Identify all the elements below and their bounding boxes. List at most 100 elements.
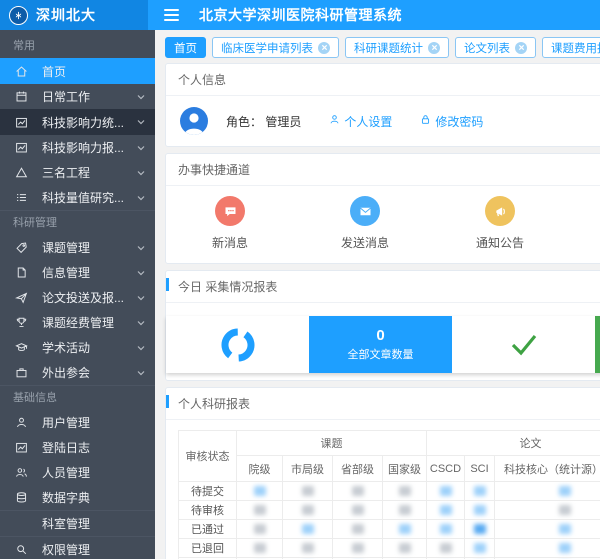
table-cell <box>427 539 465 558</box>
sidebar-item-label: 用户管理 <box>42 414 90 431</box>
blurred-value[interactable] <box>474 524 486 534</box>
app-logo: 深圳北大 <box>0 0 148 30</box>
blurred-value[interactable] <box>559 486 571 496</box>
tab[interactable]: 课题费用报表 <box>542 37 600 58</box>
row-label: 已通过 <box>179 520 237 539</box>
tab-label: 首页 <box>174 40 197 56</box>
table-cell <box>333 482 383 501</box>
blurred-value <box>254 524 266 534</box>
sidebar-item-label: 科技量值研究... <box>42 189 124 206</box>
sidebar-section: 常用 首页 日常工作 科技影响力统... 科技影响力报... <box>0 30 155 210</box>
cap-icon <box>13 340 29 356</box>
mail-icon <box>350 196 380 226</box>
quick-access-title: 办事快捷通道 <box>178 163 250 177</box>
file-icon <box>13 265 29 281</box>
sidebar-item[interactable]: 三名工程 <box>0 160 155 185</box>
row-label: 已退回 <box>179 539 237 558</box>
quick-item-label: 通知公告 <box>440 234 560 251</box>
donut-icon <box>219 326 257 364</box>
sidebar-item[interactable]: 首页 <box>0 58 155 84</box>
sidebar-item-label: 科室管理 <box>42 515 90 532</box>
sidebar-item[interactable]: 外出参会 <box>0 360 155 385</box>
sidebar-item[interactable]: 信息管理 <box>0 260 155 285</box>
sidebar-item[interactable]: 科室管理 <box>0 510 155 536</box>
sidebar-item-label: 人员管理 <box>42 464 90 481</box>
section-marker <box>166 278 169 291</box>
close-icon[interactable] <box>318 42 330 54</box>
top-bar: 深圳北大 北京大学深圳医院科研管理系统 <box>0 0 600 30</box>
sidebar-item-label: 课题管理 <box>42 239 90 256</box>
chevron-down-icon <box>137 170 145 176</box>
change-password-link[interactable]: 修改密码 <box>420 113 483 130</box>
chevron-down-icon <box>137 145 145 151</box>
sidebar-item[interactable]: 权限管理 <box>0 536 155 559</box>
blurred-value <box>352 505 364 515</box>
blurred-value <box>352 524 364 534</box>
sidebar-item[interactable]: 登陆日志 <box>0 435 155 460</box>
close-icon[interactable] <box>428 42 440 54</box>
role-text: 角色： 管理员 <box>226 113 301 130</box>
profile-card: 个人信息 角色： 管理员 个人设置 修改密码 <box>165 63 600 147</box>
table-cell <box>333 520 383 539</box>
tab[interactable]: 首页 <box>165 37 206 58</box>
personal-settings-link[interactable]: 个人设置 <box>329 113 392 130</box>
table-cell <box>237 520 283 539</box>
blurred-value[interactable] <box>254 486 266 496</box>
blurred-value[interactable] <box>474 543 486 553</box>
table-cell <box>427 482 465 501</box>
sidebar-item[interactable]: 课题经费管理 <box>0 310 155 335</box>
close-icon[interactable] <box>515 42 527 54</box>
tab-label: 课题费用报表 <box>551 40 600 56</box>
main-content: 首页 临床医学申请列表 科研课题统计 论文列表 课题费用报表 用户列表 个人信息… <box>155 30 600 559</box>
tab[interactable]: 论文列表 <box>455 37 536 58</box>
top-bar-main: 北京大学深圳医院科研管理系统 <box>148 0 600 30</box>
sidebar-item[interactable]: 科技影响力报... <box>0 135 155 160</box>
blurred-value[interactable] <box>440 505 452 515</box>
table-cell <box>333 501 383 520</box>
sidebar-item[interactable]: 课题管理 <box>0 235 155 260</box>
sidebar-item[interactable]: 论文投送及报... <box>0 285 155 310</box>
table-cell <box>495 520 600 539</box>
quick-item[interactable]: 新消息 <box>170 196 290 251</box>
trophy-icon <box>13 315 29 331</box>
table-group-header: 课题 <box>237 431 427 456</box>
megaphone-icon <box>485 196 515 226</box>
sidebar-item[interactable]: 用户管理 <box>0 410 155 435</box>
send-icon <box>13 290 29 306</box>
sidebar-item[interactable]: 人员管理 <box>0 460 155 485</box>
menu-toggle-icon[interactable] <box>164 9 179 21</box>
table-cell <box>495 482 600 501</box>
quick-item[interactable]: 发送消息 <box>305 196 425 251</box>
tab[interactable]: 科研课题统计 <box>345 37 449 58</box>
sidebar-item[interactable]: 科技影响力统... <box>0 109 155 135</box>
chevron-down-icon <box>137 370 145 376</box>
sidebar-item[interactable]: 日常工作 <box>0 84 155 109</box>
blurred-value[interactable] <box>440 524 452 534</box>
research-report-body: 审核状态 课题论文 院级市局级省部级国家级CSCDSCI科技核心（统计源）期刊 … <box>166 420 600 559</box>
tab-bar: 首页 临床医学申请列表 科研课题统计 论文列表 课题费用报表 用户列表 <box>165 30 600 63</box>
sidebar-item-label: 课题经费管理 <box>42 314 114 331</box>
tab[interactable]: 临床医学申请列表 <box>212 37 339 58</box>
tab-label: 临床医学申请列表 <box>221 40 313 56</box>
page-title: 北京大学深圳医院科研管理系统 <box>199 5 402 25</box>
blurred-value[interactable] <box>399 524 411 534</box>
stat-label: 全部文章数量 <box>348 346 414 362</box>
quick-item[interactable]: 通知公告 <box>440 196 560 251</box>
blurred-value[interactable] <box>440 486 452 496</box>
sidebar-item[interactable]: 学术活动 <box>0 335 155 360</box>
sidebar: 常用 首页 日常工作 科技影响力统... 科技影响力报... <box>0 30 155 559</box>
research-report-table: 审核状态 课题论文 院级市局级省部级国家级CSCDSCI科技核心（统计源）期刊 … <box>178 430 600 559</box>
blurred-value <box>399 486 411 496</box>
table-cell <box>495 539 600 558</box>
stat-tile-check <box>452 316 595 373</box>
blurred-value[interactable] <box>474 505 486 515</box>
chevron-down-icon <box>137 320 145 326</box>
blurred-value[interactable] <box>474 486 486 496</box>
blurred-value[interactable] <box>302 524 314 534</box>
blurred-value[interactable] <box>559 524 571 534</box>
sidebar-item[interactable]: 数据字典 <box>0 485 155 510</box>
blurred-value[interactable] <box>559 543 571 553</box>
sidebar-item[interactable]: 科技量值研究... <box>0 185 155 210</box>
sidebar-section-label: 常用 <box>0 34 155 58</box>
blurred-value <box>559 505 571 515</box>
